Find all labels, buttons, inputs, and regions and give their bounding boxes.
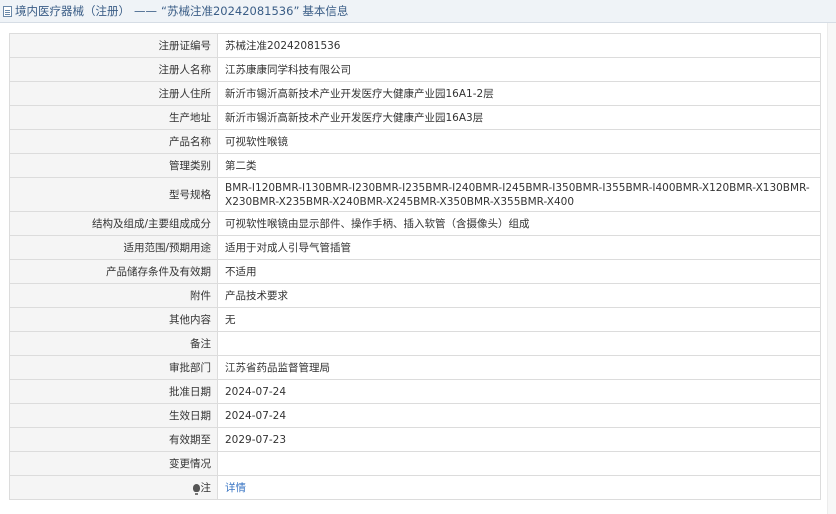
info-table-wrapper: 注册证编号 苏械注准20242081536 注册人名称 江苏康康同学科技有限公司… (9, 33, 821, 500)
table-row: 批准日期 2024-07-24 (9, 379, 821, 404)
table-row: 注册人名称 江苏康康同学科技有限公司 (9, 57, 821, 82)
category-title: 境内医疗器械（注册） (15, 4, 130, 18)
table-row: 管理类别 第二类 (9, 153, 821, 178)
row-label: 注册人住所 (9, 81, 218, 106)
note-row: 注 详情 (9, 475, 821, 500)
info-table: 注册证编号 苏械注准20242081536 注册人名称 江苏康康同学科技有限公司… (9, 33, 821, 500)
row-value: 苏械注准20242081536 (217, 33, 821, 58)
table-row: 适用范围/预期用途 适用于对成人引导气管插管 (9, 235, 821, 260)
row-value: 新沂市锡沂高新技术产业开发医疗大健康产业园16A1-2层 (217, 81, 821, 106)
table-row: 变更情况 (9, 451, 821, 476)
details-link[interactable]: 详情 (225, 482, 246, 494)
row-label: 注册证编号 (9, 33, 218, 58)
table-row: 型号规格 BMR-I120BMR-I130BMR-I230BMR-I235BMR… (9, 177, 821, 212)
row-value: 无 (217, 307, 821, 332)
document-icon (3, 5, 12, 17)
row-label: 产品储存条件及有效期 (9, 259, 218, 284)
row-label: 附件 (9, 283, 218, 308)
row-label: 产品名称 (9, 129, 218, 154)
row-value: 江苏康康同学科技有限公司 (217, 57, 821, 82)
table-row: 备注 (9, 331, 821, 356)
row-value: 2029-07-23 (217, 427, 821, 452)
row-label: 管理类别 (9, 153, 218, 178)
row-value: 适用于对成人引导气管插管 (217, 235, 821, 260)
note-label-cell: 注 (9, 475, 218, 500)
table-row: 生产地址 新沂市锡沂高新技术产业开发医疗大健康产业园16A3层 (9, 105, 821, 130)
row-label: 生效日期 (9, 403, 218, 428)
row-label: 批准日期 (9, 379, 218, 404)
page-header: 境内医疗器械（注册） —— “苏械注准20242081536” 基本信息 (0, 0, 836, 23)
table-row: 附件 产品技术要求 (9, 283, 821, 308)
row-label: 生产地址 (9, 105, 218, 130)
vertical-scrollbar[interactable] (827, 23, 836, 514)
row-value (217, 331, 821, 356)
row-value: 2024-07-24 (217, 403, 821, 428)
table-row: 审批部门 江苏省药品监督管理局 (9, 355, 821, 380)
row-label: 结构及组成/主要组成成分 (9, 211, 218, 236)
table-row: 产品名称 可视软性喉镜 (9, 129, 821, 154)
row-value: 不适用 (217, 259, 821, 284)
row-label: 适用范围/预期用途 (9, 235, 218, 260)
table-row: 注册人住所 新沂市锡沂高新技术产业开发医疗大健康产业园16A1-2层 (9, 81, 821, 106)
row-value: 第二类 (217, 153, 821, 178)
lightbulb-icon (192, 483, 200, 495)
row-value: 产品技术要求 (217, 283, 821, 308)
row-value: 江苏省药品监督管理局 (217, 355, 821, 380)
table-row: 其他内容 无 (9, 307, 821, 332)
row-label: 变更情况 (9, 451, 218, 476)
title-separator: —— (134, 4, 157, 18)
row-label: 有效期至 (9, 427, 218, 452)
table-row: 结构及组成/主要组成成分 可视软性喉镜由显示部件、操作手柄、插入软管（含摄像头）… (9, 211, 821, 236)
row-value: BMR-I120BMR-I130BMR-I230BMR-I235BMR-I240… (217, 177, 821, 212)
note-label: 注 (200, 481, 212, 494)
row-label: 审批部门 (9, 355, 218, 380)
row-value (217, 451, 821, 476)
row-label: 注册人名称 (9, 57, 218, 82)
table-row: 生效日期 2024-07-24 (9, 403, 821, 428)
row-value: 新沂市锡沂高新技术产业开发医疗大健康产业园16A3层 (217, 105, 821, 130)
row-label: 备注 (9, 331, 218, 356)
row-value: 2024-07-24 (217, 379, 821, 404)
product-ref: “苏械注准20242081536” (161, 4, 300, 18)
row-label: 型号规格 (9, 177, 218, 212)
table-row: 产品储存条件及有效期 不适用 (9, 259, 821, 284)
note-value-cell: 详情 (217, 475, 821, 500)
table-row: 注册证编号 苏械注准20242081536 (9, 33, 821, 58)
title-suffix: 基本信息 (302, 4, 349, 18)
row-value: 可视软性喉镜由显示部件、操作手柄、插入软管（含摄像头）组成 (217, 211, 821, 236)
row-label: 其他内容 (9, 307, 218, 332)
row-value: 可视软性喉镜 (217, 129, 821, 154)
table-row: 有效期至 2029-07-23 (9, 427, 821, 452)
